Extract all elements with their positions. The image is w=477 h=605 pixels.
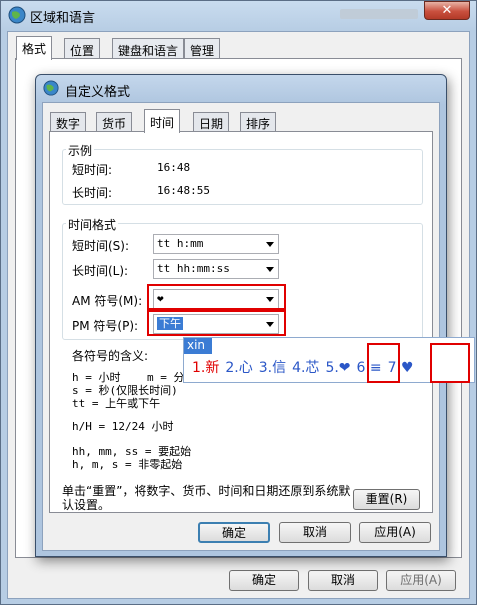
- pm-highlight-box: [147, 310, 286, 336]
- apply-button[interactable]: 应用(A): [359, 522, 431, 543]
- symbol-meaning-title: 各符号的含义:: [72, 349, 149, 363]
- example-group-label: 示例: [66, 142, 95, 159]
- legend-line: h = 小时 m = 分钟: [72, 371, 196, 384]
- short-time-combo[interactable]: tt h:mm: [153, 234, 279, 254]
- short-time-example-label: 短时间:: [72, 163, 113, 177]
- ime-pinyin: xin: [184, 338, 212, 354]
- am-highlight-box: [147, 284, 286, 310]
- chevron-down-icon[interactable]: [266, 267, 274, 272]
- apply-button-back[interactable]: 应用(A): [386, 570, 456, 591]
- chevron-down-icon[interactable]: [266, 242, 274, 247]
- ime-candidate[interactable]: 5.❤: [325, 360, 350, 376]
- region-window-title: 区域和语言: [30, 11, 96, 26]
- pm-symbol-label: PM 符号(P):: [72, 319, 139, 333]
- short-time-value: tt h:mm: [157, 237, 204, 250]
- legend-line: hh, mm, ss = 要起始: [72, 445, 192, 458]
- ok-button-back[interactable]: 确定: [229, 570, 299, 591]
- candidate-highlight-box: [367, 343, 400, 383]
- ok-button[interactable]: 确定: [198, 522, 270, 543]
- short-time-example-value: 16:48: [153, 158, 278, 178]
- cancel-button-back[interactable]: 取消: [308, 570, 378, 591]
- tab-administrative[interactable]: 管理: [184, 38, 221, 59]
- close-button[interactable]: ✕: [424, 1, 470, 20]
- legend-line: h, m, s = 非零起始: [72, 458, 183, 471]
- ime-candidate[interactable]: 1.新: [192, 360, 219, 376]
- globe-icon: [43, 80, 59, 96]
- tab-formats[interactable]: 格式: [16, 36, 53, 60]
- ime-candidate[interactable]: 4.芯: [292, 360, 319, 376]
- reset-description: 单击“重置”，将数字、货币、时间和日期还原到系统默认设置。: [62, 484, 351, 512]
- reset-button[interactable]: 重置(R): [353, 489, 420, 510]
- legend-line: tt = 上午或下午: [72, 397, 161, 410]
- long-time-label: 长时间(L):: [72, 264, 129, 278]
- legend-line: s = 秒(仅限长时间): [72, 384, 178, 397]
- globe-icon: [8, 6, 26, 24]
- long-time-value: tt hh:mm:ss: [157, 262, 230, 275]
- long-time-example-value: 16:48:55: [153, 181, 278, 201]
- tab-numbers[interactable]: 数字: [50, 112, 87, 132]
- tab-currency[interactable]: 货币: [96, 112, 133, 132]
- candidate-highlight-box: [430, 343, 470, 383]
- cancel-button[interactable]: 取消: [279, 522, 351, 543]
- tab-location[interactable]: 位置: [64, 38, 101, 59]
- legend-line: h/H = 12/24 小时: [72, 420, 174, 433]
- short-time-label: 短时间(S):: [72, 239, 130, 253]
- dialog-title: 自定义格式: [65, 85, 131, 100]
- tab-keyboards-languages[interactable]: 键盘和语言: [112, 38, 185, 59]
- ime-candidate[interactable]: 2.心: [225, 360, 252, 376]
- blurred-caption: [340, 9, 418, 19]
- am-symbol-label: AM 符号(M):: [72, 294, 143, 308]
- tab-date[interactable]: 日期: [193, 112, 230, 132]
- time-format-group-label: 时间格式: [66, 216, 119, 233]
- long-time-example-label: 长时间:: [72, 186, 113, 200]
- tab-sorting[interactable]: 排序: [240, 112, 277, 132]
- ime-candidate[interactable]: 3.信: [259, 360, 286, 376]
- long-time-combo[interactable]: tt hh:mm:ss: [153, 259, 279, 279]
- tab-time[interactable]: 时间: [144, 109, 181, 133]
